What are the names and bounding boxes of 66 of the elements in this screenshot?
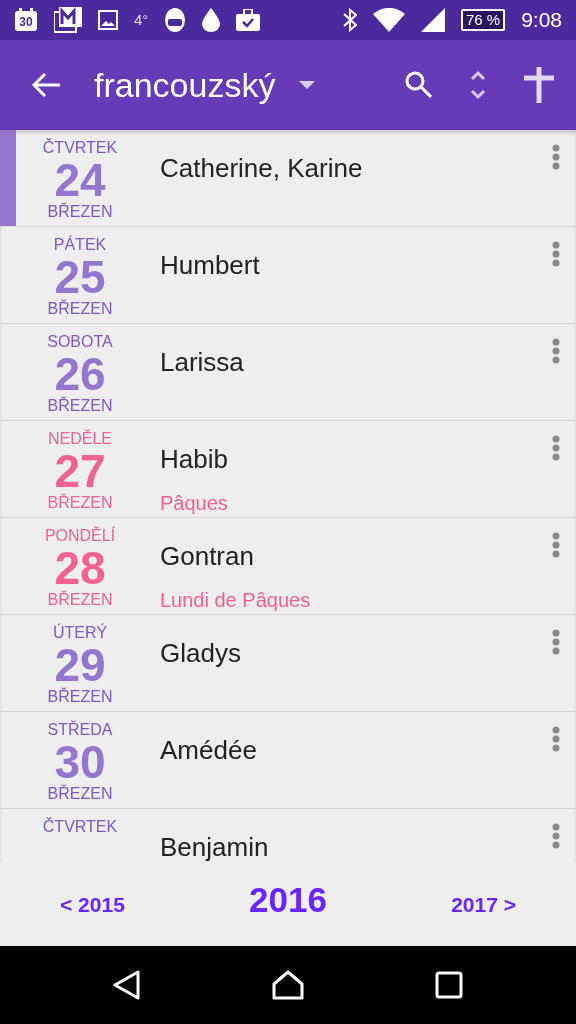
month-label: BŘEZEN xyxy=(47,300,113,318)
mail-icon xyxy=(54,7,82,33)
day-number: 27 xyxy=(54,448,106,494)
name-day-text: Benjamin xyxy=(160,831,269,863)
image-icon xyxy=(98,10,118,30)
day-row[interactable]: STŘEDA 30 BŘEZEN Amédée xyxy=(0,712,576,809)
day-row[interactable]: ČTVRTEK 24 BŘEZEN Catherine, Karine xyxy=(0,130,576,227)
day-row[interactable]: SOBOTA 26 BŘEZEN Larissa xyxy=(0,324,576,421)
kebab-icon xyxy=(552,726,560,752)
clock: 9:08 xyxy=(521,7,562,34)
home-icon[interactable] xyxy=(272,970,304,1000)
month-label: BŘEZEN xyxy=(47,688,113,706)
weekday-label: PÁTEK xyxy=(53,236,107,254)
kebab-icon xyxy=(552,338,560,364)
day-number: 28 xyxy=(54,545,106,591)
weekday-label: STŘEDA xyxy=(47,721,113,739)
day-number: 26 xyxy=(54,351,106,397)
kebab-icon xyxy=(552,532,560,558)
name-day-text: Gontran xyxy=(160,540,254,572)
name-day-text: Humbert xyxy=(160,249,260,281)
caret-icon xyxy=(299,81,316,89)
back-nav-icon[interactable] xyxy=(113,970,142,1000)
month-label: BŘEZEN xyxy=(47,397,113,415)
kebab-icon xyxy=(552,241,560,267)
weekday-label: ČTVRTEK xyxy=(42,139,118,157)
day-number: 30 xyxy=(54,739,106,785)
wifi-icon xyxy=(372,8,405,32)
drop-icon xyxy=(202,8,221,32)
month-label: BŘEZEN xyxy=(47,785,113,803)
holiday-name: Lundi de Pâques xyxy=(160,588,311,612)
name-day-text: Habib xyxy=(160,443,228,475)
name-day-text: Gladys xyxy=(160,637,241,669)
current-year-button[interactable]: 2016 xyxy=(249,874,327,927)
day-row[interactable]: ÚTERÝ 29 BŘEZEN Gladys xyxy=(0,615,576,712)
weekday-label: PONDĚLÍ xyxy=(44,527,116,545)
name-day-text: Catherine, Karine xyxy=(160,152,363,184)
kebab-icon xyxy=(552,629,560,655)
kebab-icon xyxy=(552,823,560,849)
previous-year-button[interactable]: < 2015 xyxy=(60,888,125,921)
month-label: BŘEZEN xyxy=(47,494,113,512)
robot-face-icon xyxy=(164,7,187,33)
day-row[interactable]: PONDĚLÍ 28 BŘEZEN Gontran Lundi de Pâques xyxy=(0,518,576,615)
day-number: 25 xyxy=(54,254,106,300)
holiday-name: Pâques xyxy=(160,491,228,515)
weekday-label: NEDĚLE xyxy=(48,430,112,448)
calendar-icon: 30 xyxy=(14,8,38,32)
name-day-text: Larissa xyxy=(160,346,244,378)
recents-icon[interactable] xyxy=(434,971,463,999)
month-label: BŘEZEN xyxy=(47,591,113,609)
day-number: 24 xyxy=(54,157,106,203)
battery-indicator: 76 % xyxy=(460,9,506,31)
temperature: 4° xyxy=(134,9,149,30)
day-row[interactable]: PÁTEK 25 BŘEZEN Humbert xyxy=(0,227,576,324)
kebab-icon xyxy=(552,144,560,170)
weekday-label: ČTVRTEK xyxy=(42,818,118,836)
day-row[interactable]: NEDĚLE 27 BŘEZEN Habib Pâques xyxy=(0,421,576,518)
signal-icon xyxy=(420,8,445,32)
briefcase-icon xyxy=(236,9,261,31)
weekday-label: SOBOTA xyxy=(47,333,113,351)
weekday-label: ÚTERÝ xyxy=(52,624,108,642)
bluetooth-icon xyxy=(342,8,357,32)
next-year-button[interactable]: 2017 > xyxy=(451,888,516,921)
month-label: BŘEZEN xyxy=(47,203,113,221)
name-day-text: Amédée xyxy=(160,734,257,766)
kebab-icon xyxy=(552,435,560,461)
day-number: 29 xyxy=(54,642,106,688)
